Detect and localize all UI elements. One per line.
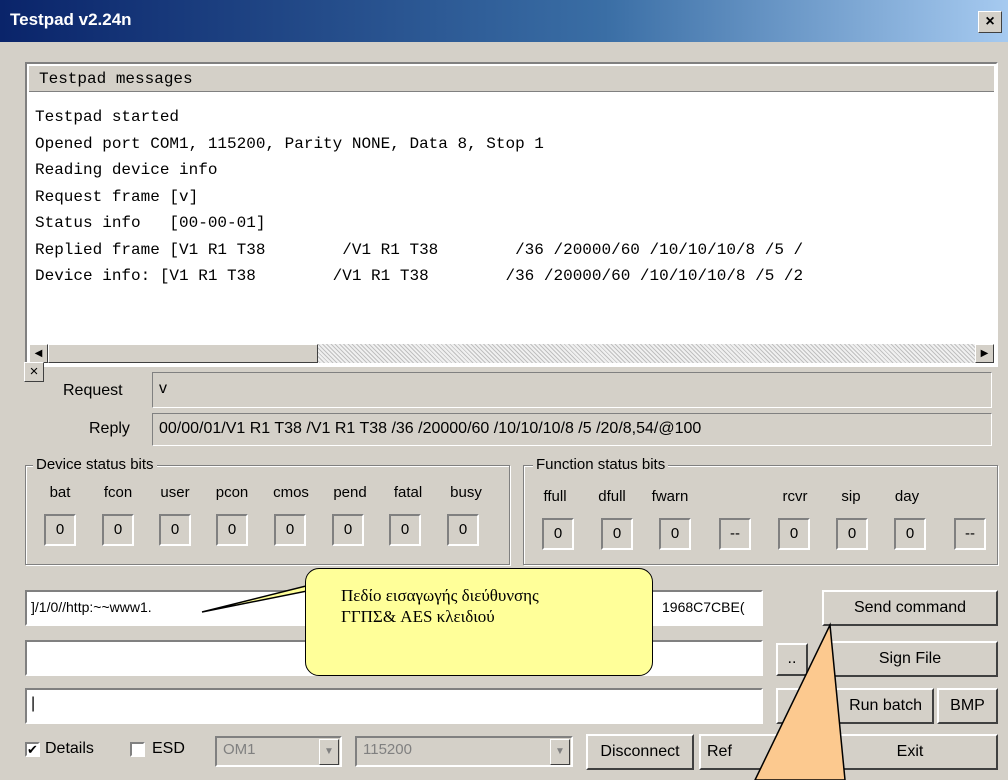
bit-value-dfull: 0 <box>601 518 633 550</box>
send-command-button[interactable]: Send command <box>822 590 998 626</box>
bit-label-ffull: ffull <box>543 488 567 505</box>
scroll-right-icon[interactable]: ▶ <box>975 344 994 363</box>
window-title: Testpad v2.24n <box>10 10 132 29</box>
bit-value-fcon: 0 <box>102 514 134 546</box>
message-line: Testpad started <box>35 108 180 126</box>
bit-value-user: 0 <box>159 514 191 546</box>
message-line: Device info: [V1 R1 T38 /V1 R1 T38 /36 /… <box>35 267 804 285</box>
bit-label-busy: busy <box>450 484 482 501</box>
bit-label-bat: bat <box>49 484 71 501</box>
callout-line-1: Πεδίο εισαγωγής διεύθυνσης <box>341 586 539 605</box>
function-status-group <box>523 465 998 565</box>
messages-list: Testpad started Opened port COM1, 115200… <box>35 104 990 354</box>
scroll-thumb[interactable] <box>48 344 318 363</box>
bit-value-cmos: 0 <box>274 514 306 546</box>
bit-label-fatal: fatal <box>393 484 423 501</box>
address-field-callout: Πεδίο εισαγωγής διεύθυνσης ΓΓΠΣ& AES κλε… <box>305 568 653 676</box>
callout-line-2: ΓΓΠΣ& AES κλειδιού <box>341 607 495 626</box>
title-bar <box>0 0 1008 42</box>
device-status-group <box>25 465 510 565</box>
device-status-title: Device status bits <box>33 456 157 473</box>
clear-messages-icon[interactable]: × <box>24 362 44 382</box>
reply-field: 00/00/01/V1 R1 T38 /V1 R1 T38 /36 /20000… <box>152 413 992 446</box>
message-line: Replied frame [V1 R1 T38 /V1 R1 T38 /36 … <box>35 240 804 259</box>
function-status-title: Function status bits <box>533 456 669 473</box>
esd-label: ESD <box>152 740 185 757</box>
bit-value-ffull: 0 <box>542 518 574 550</box>
bit-value-sip: 0 <box>836 518 868 550</box>
bit-value-busy: 0 <box>447 514 479 546</box>
baud-select[interactable]: 115200 ▼ <box>355 736 573 767</box>
baud-dropdown-icon[interactable]: ▼ <box>550 739 570 765</box>
request-field: v <box>152 372 992 408</box>
message-line: Reading device info <box>35 161 218 179</box>
port-dropdown-icon[interactable]: ▼ <box>319 739 339 765</box>
bit-label-sip: sip <box>841 488 861 505</box>
bit-label-fcon: fcon <box>103 484 133 501</box>
close-button[interactable]: × <box>978 11 1002 33</box>
scroll-left-icon[interactable]: ◀ <box>29 344 48 363</box>
bit-label-pcon: pcon <box>215 484 249 501</box>
bit-label-rcvr: rcvr <box>782 488 808 505</box>
bit-value-reserved-1: -- <box>719 518 751 550</box>
bit-value-bat: 0 <box>44 514 76 546</box>
run-batch-button[interactable]: Run batch <box>776 688 934 724</box>
port-select[interactable]: OM1 ▼ <box>215 736 342 767</box>
bit-value-day: 0 <box>894 518 926 550</box>
details-label: Details <box>45 740 94 757</box>
messages-header: Testpad messages <box>29 66 994 92</box>
bmp-button[interactable]: BMP <box>937 688 998 724</box>
refresh-button[interactable]: Ref <box>699 734 807 770</box>
message-line: Status info [00-00-01] <box>35 214 266 232</box>
bit-value-pend: 0 <box>332 514 364 546</box>
request-label: Request <box>63 382 123 399</box>
bit-label-pend: pend <box>333 484 367 501</box>
bit-label-cmos: cmos <box>273 484 309 501</box>
batch-input[interactable]: | <box>25 688 763 724</box>
reply-label: Reply <box>89 420 130 437</box>
bit-value-fatal: 0 <box>389 514 421 546</box>
bit-value-fwarn: 0 <box>659 518 691 550</box>
disconnect-button[interactable]: Disconnect <box>586 734 694 770</box>
bit-value-rcvr: 0 <box>778 518 810 550</box>
baud-value: 115200 <box>363 741 412 758</box>
command-input-end: 1968C7CBE( <box>662 599 745 615</box>
message-line: Opened port COM1, 115200, Parity NONE, D… <box>35 134 544 153</box>
bit-value-reserved-2: -- <box>954 518 986 550</box>
message-line: Request frame [v] <box>35 187 199 206</box>
bit-value-pcon: 0 <box>216 514 248 546</box>
exit-button[interactable]: Exit <box>822 734 998 770</box>
bit-label-dfull: dfull <box>598 488 626 505</box>
details-checkbox[interactable]: ✔ <box>25 742 40 757</box>
port-value: OM1 <box>223 741 256 758</box>
sign-file-button[interactable]: Sign File <box>822 641 998 677</box>
command-input-start: ]/1/0//http:~~www1. <box>31 599 152 615</box>
bit-label-user: user <box>160 484 190 501</box>
bit-label-day: day <box>894 488 920 505</box>
browse-button[interactable]: .. <box>776 643 808 676</box>
horizontal-scrollbar[interactable]: ◀ ▶ <box>29 344 994 363</box>
messages-panel: Testpad messages Testpad started Opened … <box>25 62 998 367</box>
bit-label-fwarn: fwarn <box>651 488 689 505</box>
esd-checkbox[interactable] <box>130 742 145 757</box>
